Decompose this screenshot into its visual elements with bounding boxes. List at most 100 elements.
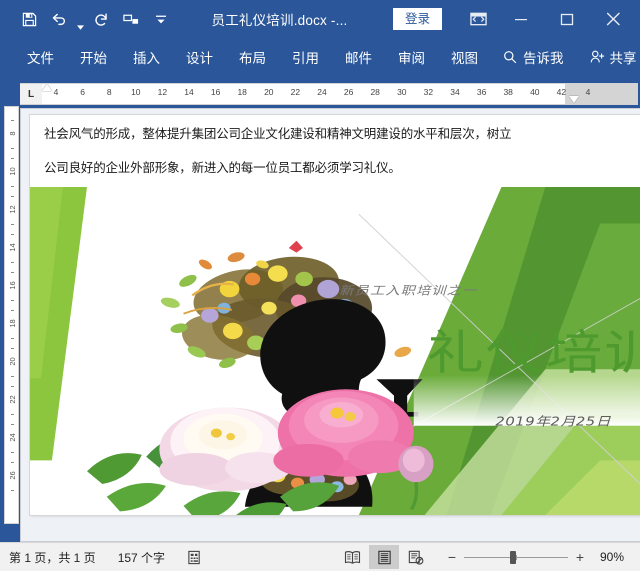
search-icon: [503, 50, 517, 64]
ruler-number: 4: [585, 87, 591, 97]
vertical-ruler-number: 16: [8, 281, 17, 290]
ruler-number: 38: [503, 87, 513, 97]
vertical-ruler-tick: [11, 186, 14, 187]
vertical-ruler-tick: [11, 452, 14, 453]
vertical-ruler-tick: [11, 300, 14, 301]
document-page[interactable]: 社会风气的形成，整体提升集团公司企业文化建设和精神文明建设的水平和层次，树立 公…: [30, 115, 640, 515]
horizontal-ruler[interactable]: L 4 6 8 10 12 14 16 18 20 22 24 26 28 30 32 34 36 38 40 42 4: [20, 83, 638, 105]
ruler-number: 20: [264, 87, 274, 97]
vertical-ruler-tick: [11, 338, 14, 339]
ruler-number: 10: [131, 87, 141, 97]
tell-me-box[interactable]: 告诉我: [503, 47, 564, 67]
zoom-slider[interactable]: [464, 550, 568, 564]
vertical-ruler-tick: [11, 234, 14, 235]
tab-references[interactable]: 引用: [291, 44, 320, 70]
vertical-ruler-number: 18: [8, 319, 17, 328]
page-indicator[interactable]: 第 1 页，共 1 页: [9, 549, 96, 566]
status-right: − + 90%: [337, 545, 640, 569]
paragraph-1[interactable]: 社会风气的形成，整体提升集团公司企业文化建设和精神文明建设的水平和层次，树立: [30, 115, 640, 149]
ruler-number: 32: [423, 87, 434, 97]
paragraph-2[interactable]: 公司良好的企业外部形象，新进入的每一位员工都必须学习礼仪。: [30, 149, 640, 183]
ruler-number: 26: [343, 87, 354, 97]
ribbon-tab-bar: 文件 开始 插入 设计 布局 引用 邮件 审阅 视图 告诉我 共享: [0, 38, 640, 76]
web-layout-icon[interactable]: [401, 545, 431, 569]
tab-insert[interactable]: 插入: [132, 44, 161, 70]
vertical-ruler-number: 24: [8, 433, 17, 442]
tab-home[interactable]: 开始: [79, 44, 108, 70]
zoom-in-button[interactable]: +: [575, 549, 585, 565]
ruler-number: 8: [106, 87, 112, 97]
first-line-indent-marker[interactable]: [42, 84, 52, 91]
vertical-ruler-tick: [11, 196, 14, 197]
vertical-ruler-tick: [11, 348, 14, 349]
vertical-ruler-tick: [11, 424, 14, 425]
right-indent-marker[interactable]: [569, 96, 579, 103]
word-window: 员工礼仪培训.docx -... 登录 文件 开始 插入 设计 布局 引用 邮件…: [0, 0, 640, 571]
vertical-ruler-number: 26: [8, 471, 17, 480]
cover-title: 礼仪培训: [427, 326, 640, 381]
vertical-ruler-number: 8: [8, 131, 17, 136]
vertical-ruler-number: 10: [8, 167, 17, 176]
vertical-ruler-tick: [11, 262, 14, 263]
vertical-ruler-tick: [11, 148, 14, 149]
document-area: L 4 6 8 10 12 14 16 18 20 22 24 26 28 30 32 34 36 38 40 42 4…: [20, 76, 640, 542]
ruler-number: 28: [370, 87, 380, 97]
status-left: 第 1 页，共 1 页 157 个字: [0, 549, 224, 566]
zoom-control: − + 90%: [447, 549, 630, 565]
tab-stop-selector[interactable]: L: [20, 84, 42, 104]
tab-design[interactable]: 设计: [185, 44, 214, 70]
vertical-ruler-tick: [11, 386, 14, 387]
tab-view[interactable]: 视图: [450, 44, 479, 70]
maximize-icon[interactable]: [544, 0, 590, 38]
tab-layout[interactable]: 布局: [238, 44, 267, 70]
share-button[interactable]: 共享: [590, 47, 637, 67]
zoom-level-label[interactable]: 90%: [600, 550, 630, 564]
person-add-icon: [590, 50, 605, 64]
ruler-number: 24: [317, 87, 327, 97]
ribbon-display-options-icon[interactable]: [458, 0, 498, 38]
redo-icon[interactable]: [86, 5, 116, 33]
ruler-number: 4: [53, 87, 59, 97]
vertical-ruler-tick: [11, 120, 14, 121]
ruler-number: 30: [397, 87, 407, 97]
tab-review[interactable]: 审阅: [397, 44, 426, 70]
vertical-ruler-tick: [11, 376, 14, 377]
tab-file[interactable]: 文件: [26, 44, 55, 70]
zoom-out-button[interactable]: −: [447, 549, 457, 565]
vertical-ruler-number: 12: [8, 205, 17, 214]
undo-icon[interactable]: [44, 5, 74, 33]
status-bar: 第 1 页，共 1 页 157 个字 − + 90%: [0, 542, 640, 571]
vertical-ruler[interactable]: 8 10 12 14 16 18 20 22 24 26: [0, 76, 20, 542]
tell-me-label: 告诉我: [523, 51, 564, 66]
document-canvas[interactable]: 社会风气的形成，整体提升集团公司企业文化建设和精神文明建设的水平和层次，树立 公…: [20, 108, 640, 542]
vertical-ruler-tick: [11, 158, 14, 159]
proofing-errors-icon[interactable]: [187, 550, 202, 565]
share-label: 共享: [609, 51, 637, 66]
ruler-number: 14: [184, 87, 194, 97]
zoom-slider-midpoint: [516, 554, 517, 560]
ruler-number: 18: [237, 87, 247, 97]
word-count[interactable]: 157 个字: [118, 549, 165, 566]
vertical-ruler-tick: [11, 310, 14, 311]
minimize-icon[interactable]: [498, 0, 544, 38]
ruler-number: 6: [80, 87, 85, 97]
vertical-ruler-number: 14: [8, 243, 17, 252]
customize-qat-icon[interactable]: [146, 5, 176, 33]
quick-access-toolbar: [0, 2, 176, 37]
read-mode-icon[interactable]: [337, 545, 367, 569]
cover-image[interactable]: 新员工入职培训之一 礼仪培训 礼仪培训 2019年2月25日: [30, 187, 640, 515]
ruler-number: 12: [157, 87, 168, 97]
repeat-icon[interactable]: [116, 5, 146, 33]
print-layout-icon[interactable]: [369, 545, 399, 569]
save-icon[interactable]: [14, 5, 44, 33]
undo-dropdown-icon[interactable]: [74, 2, 86, 37]
zoom-slider-handle[interactable]: [510, 550, 516, 564]
vertical-ruler-tick: [11, 462, 14, 463]
vertical-ruler-number: 22: [8, 395, 17, 404]
window-controls: 登录: [392, 0, 640, 38]
tab-mailings[interactable]: 邮件: [344, 44, 373, 70]
sign-in-button[interactable]: 登录: [392, 8, 442, 30]
ruler-number: 42: [556, 87, 567, 97]
cover-date: 2019年2月25日: [495, 415, 611, 429]
close-icon[interactable]: [590, 0, 636, 38]
